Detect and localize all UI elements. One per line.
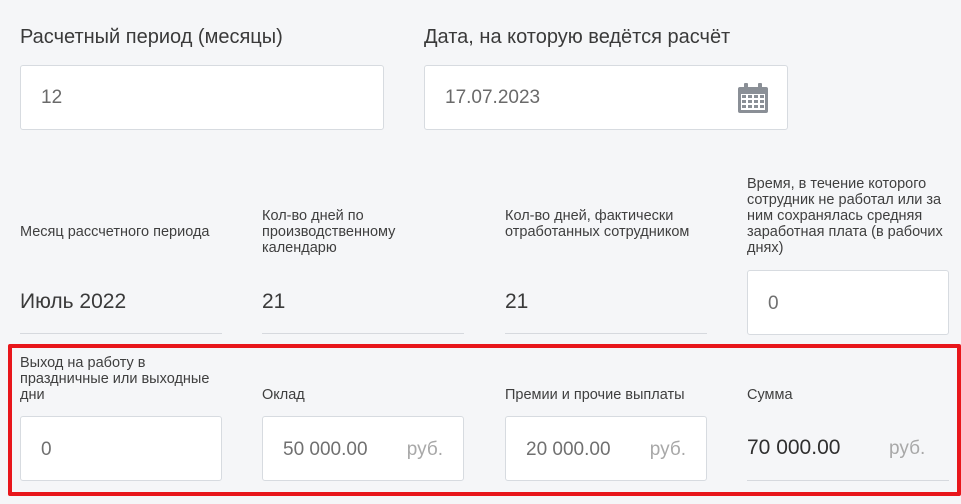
date-value: 17.07.2023 xyxy=(445,86,541,108)
worked-days-value: 21 xyxy=(505,290,529,313)
holiday-work-value: 0 xyxy=(41,439,52,460)
sum-underline xyxy=(747,480,949,481)
date-input[interactable]: 17.07.2023 xyxy=(424,65,788,130)
period-input[interactable]: 12 xyxy=(20,65,384,130)
period-label: Расчетный период (месяцы) xyxy=(20,26,283,48)
month-underline xyxy=(20,333,222,334)
absent-days-column-label: Время, в течение которого сотрудник не р… xyxy=(747,176,943,256)
calendar-days-column-label: Кол-во дней по производственному календа… xyxy=(262,208,396,256)
bonus-label: Премии и прочие выплаты xyxy=(505,387,685,403)
calendar-icon[interactable] xyxy=(737,82,769,114)
salary-input[interactable]: 50 000.00 руб. xyxy=(262,416,464,481)
bonus-input[interactable]: 20 000.00 руб. xyxy=(505,416,707,481)
salary-label: Оклад xyxy=(262,387,305,403)
bonus-value: 20 000.00 xyxy=(526,439,611,460)
date-label: Дата, на которую ведётся расчёт xyxy=(424,26,731,48)
sum-value: 70 000.00 xyxy=(747,436,841,459)
period-value: 12 xyxy=(41,86,63,108)
month-column-label: Месяц рассчетного периода xyxy=(20,224,210,240)
holiday-work-input[interactable]: 0 xyxy=(20,416,222,481)
absent-days-value: 0 xyxy=(768,293,779,314)
calendar-days-value: 21 xyxy=(262,290,286,313)
absent-days-input[interactable]: 0 xyxy=(747,270,949,335)
sum-label: Сумма xyxy=(747,387,793,403)
month-value: Июль 2022 xyxy=(20,290,127,313)
calendar-days-underline xyxy=(262,333,464,334)
bonus-currency: руб. xyxy=(649,439,686,460)
salary-currency: руб. xyxy=(406,439,443,460)
worked-days-column-label: Кол-во дней, фактически отработанных сот… xyxy=(505,208,690,240)
sum-currency: руб. xyxy=(889,438,926,459)
holiday-work-label: Выход на работу в праздничные или выходн… xyxy=(20,355,210,403)
salary-value: 50 000.00 xyxy=(283,439,368,460)
worked-days-underline xyxy=(505,333,707,334)
